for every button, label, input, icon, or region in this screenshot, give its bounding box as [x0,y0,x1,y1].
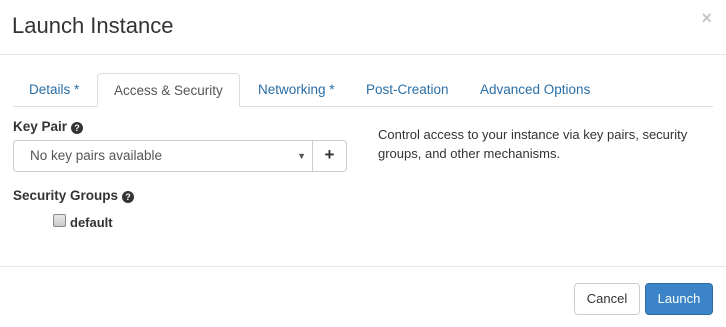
caret-down-icon: ▼ [297,151,306,161]
tab-advanced-options[interactable]: Advanced Options [464,73,606,107]
dialog-title: Launch Instance [12,13,174,38]
dialog-header: Launch Instance × [0,0,726,55]
tab-networking[interactable]: Networking * [242,73,351,107]
question-circle-icon[interactable]: ? [71,122,84,134]
key-pair-label-text: Key Pair [13,119,68,134]
security-group-default-label[interactable]: default [70,215,113,230]
question-circle-icon[interactable]: ? [122,191,135,203]
tab-details[interactable]: Details * [13,73,95,107]
launch-instance-dialog: Launch Instance × Details * Access & Sec… [0,0,726,327]
key-pair-selected-value: No key pairs available [30,148,163,163]
help-description: Control access to your instance via key … [378,127,688,161]
cancel-button[interactable]: Cancel [574,283,640,315]
launch-button[interactable]: Launch [645,283,713,315]
security-groups-label: Security Groups? [13,188,135,204]
key-pair-label: Key Pair? [13,119,84,135]
security-group-default-checkbox[interactable] [53,214,66,227]
tab-post-creation[interactable]: Post-Creation [350,73,465,107]
add-key-pair-button[interactable]: + [312,140,347,172]
security-groups-label-text: Security Groups [13,188,119,203]
tab-access-security[interactable]: Access & Security [97,73,240,107]
close-icon[interactable]: × [701,8,712,28]
key-pair-select[interactable]: No key pairs available ▼ [13,140,312,172]
tab-bar: Details * Access & Security Networking *… [13,73,713,107]
